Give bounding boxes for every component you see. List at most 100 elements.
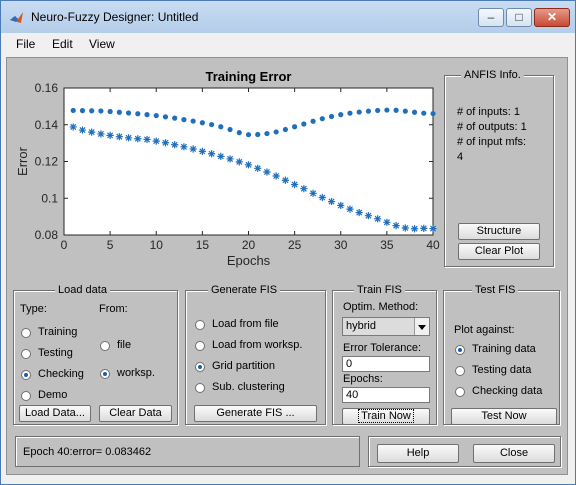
type-demo-label: Demo [38,389,68,401]
dot-marker [255,131,261,138]
star-marker [272,172,280,180]
star-marker [152,137,160,145]
dot-marker [144,112,150,118]
plot-against-label: Plot against: [454,324,515,336]
star-marker [106,131,114,140]
radio-plot-checking-data[interactable] [455,387,465,397]
radio-type-testing[interactable] [21,349,31,359]
dot-marker [328,113,335,120]
optim-method-value: hybrid [346,320,376,332]
star-marker [429,224,437,233]
num-inputs-label: # of inputs: 1 [457,106,520,118]
train-fis-group: Train FIS Optim. Method: hybrid Error To… [332,284,437,425]
star-marker [208,150,216,158]
num-input-mfs-value: 4 [457,151,464,163]
dot-marker [402,108,408,114]
dot-marker [393,107,399,113]
x-axis-label: Epochs [227,253,271,268]
type-label: Type: [20,303,47,315]
num-input-mfs-label: # of input mfs: [457,136,527,148]
radio-sub-clustering[interactable] [195,383,205,393]
test-now-button[interactable]: Test Now [451,408,557,425]
menu-edit[interactable]: Edit [52,37,73,51]
dot-marker [411,109,418,115]
radio-plot-testing-data[interactable] [455,366,465,376]
error-tolerance-label: Error Tolerance: [343,342,422,354]
star-marker [69,123,77,131]
star-marker [281,176,289,184]
radio-plot-training-data[interactable] [455,345,465,355]
main-window: Neuro-Fuzzy Designer: Untitled ‒ □ ✕ Fil… [0,0,576,485]
y-tick-label: 0.1 [41,191,58,205]
dot-marker [365,108,372,114]
menu-view[interactable]: View [89,37,115,51]
clear-plot-button[interactable]: Clear Plot [458,243,540,260]
x-tick-label: 20 [242,238,256,252]
close-window-button[interactable]: ✕ [534,8,570,27]
star-marker [124,134,133,142]
star-marker [198,147,206,155]
train-now-button[interactable]: Train Now [342,408,430,425]
plot-checking-data-label: Checking data [472,385,543,397]
dot-marker [282,126,288,133]
structure-button[interactable]: Structure [458,223,540,240]
status-bar: Epoch 40:error= 0.083462 [15,436,360,467]
matlab-app-icon [10,12,23,23]
x-tick-label: 0 [61,238,68,252]
epochs-input[interactable]: 40 [342,387,430,403]
generate-fis-group: Generate FIS Load from file Load from wo… [185,284,326,425]
star-marker [235,158,243,166]
radio-grid-partition[interactable] [195,362,205,372]
dot-marker [172,115,178,121]
from-file-label: file [117,339,132,351]
dot-marker [347,110,353,116]
epochs-label: Epochs: [343,373,383,385]
dot-marker [107,108,113,115]
dot-marker [190,118,196,124]
status-text: Epoch 40:error= 0.083462 [23,446,152,458]
star-marker [78,126,87,134]
dot-marker [264,130,270,137]
dot-marker [236,130,242,136]
star-marker [420,224,428,232]
star-marker [355,208,363,217]
star-marker [115,133,123,141]
anfis-info-title: ANFIS Info. [461,69,524,81]
close-button[interactable]: Close [473,444,555,463]
generate-fis-button[interactable]: Generate FIS ... [194,405,317,422]
radio-from-file[interactable] [100,341,110,351]
grid-partition-label: Grid partition [212,360,275,372]
dot-marker [162,114,169,120]
optim-method-label: Optim. Method: [343,301,419,313]
clear-data-button[interactable]: Clear Data [99,405,172,422]
radio-load-from-file[interactable] [195,320,205,330]
title-bar[interactable]: Neuro-Fuzzy Designer: Untitled ‒ □ ✕ [1,1,575,33]
menu-file[interactable]: File [16,37,35,51]
star-marker [300,185,308,193]
radio-type-demo[interactable] [21,391,31,401]
star-marker [189,145,197,153]
chevron-down-icon [414,318,429,335]
radio-type-training[interactable] [21,328,31,338]
star-marker [337,201,345,210]
dot-marker [375,107,381,114]
dot-marker [273,129,279,135]
help-button[interactable]: Help [377,444,459,463]
window-title: Neuro-Fuzzy Designer: Untitled [31,10,199,24]
error-tolerance-input[interactable]: 0 [342,356,430,372]
dot-marker [209,121,215,128]
x-tick-label: 15 [196,238,210,252]
dot-marker [301,121,307,127]
x-tick-label: 40 [426,238,440,252]
radio-from-workspace[interactable] [100,369,110,379]
dot-marker [153,112,159,119]
dot-marker [310,118,316,124]
optim-method-select[interactable]: hybrid [342,317,430,336]
radio-type-checking[interactable] [21,370,31,380]
maximize-button[interactable]: □ [506,8,532,27]
minimize-button[interactable]: ‒ [478,8,504,27]
load-data-button[interactable]: Load Data... [19,405,91,422]
radio-load-from-workspace[interactable] [195,341,205,351]
y-tick-label: 0.08 [35,228,59,242]
load-data-title: Load data [55,284,110,296]
